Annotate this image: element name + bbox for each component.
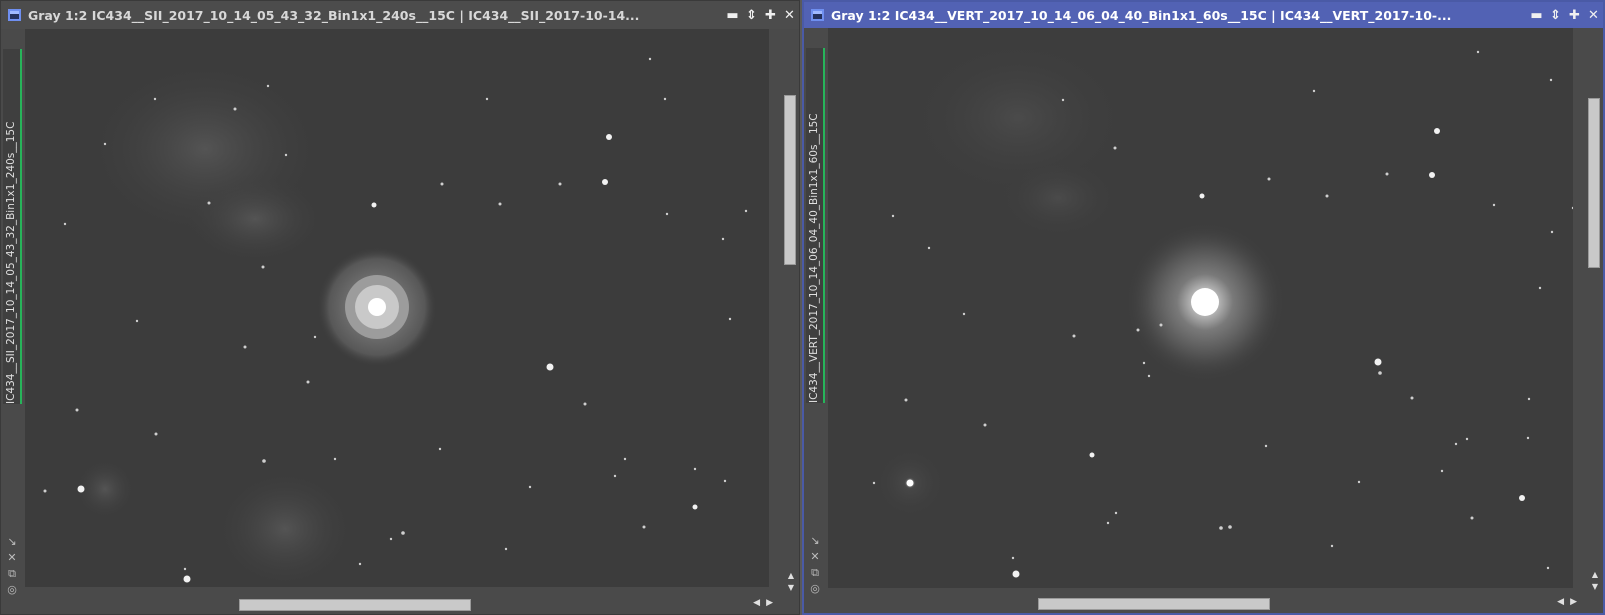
star-field-image [828, 28, 1573, 588]
window-titlebar[interactable]: Gray 1:2 IC434__VERT_2017_10_14_06_04_40… [804, 2, 1603, 28]
vertical-scrollbar[interactable]: ▲ ▼ [783, 29, 799, 596]
image-identifier-tab[interactable]: IC434__VERT_2017_10_14_06_04_40_Bin1x1_6… [806, 48, 825, 403]
maximize-toggle-button[interactable]: ⇕ [742, 8, 761, 23]
scroll-down-arrow-icon[interactable]: ▼ [1587, 581, 1603, 593]
scroll-right-arrow-icon[interactable]: ▶ [766, 598, 779, 608]
horizontal-scroll-thumb[interactable] [1038, 598, 1270, 610]
vertical-scroll-thumb[interactable] [784, 95, 796, 265]
maximize-button[interactable]: ✚ [1565, 8, 1584, 23]
image-window-vert[interactable]: Gray 1:2 IC434__VERT_2017_10_14_06_04_40… [802, 0, 1605, 615]
scroll-down-arrow-icon[interactable]: ▼ [783, 582, 799, 594]
window-sidebar: IC434__VERT_2017_10_14_06_04_40_Bin1x1_6… [804, 28, 826, 595]
image-view-vert[interactable] [828, 28, 1573, 588]
image-view-sii[interactable] [25, 29, 769, 587]
image-window-icon [8, 9, 21, 21]
shade-button[interactable]: ▬ [1527, 8, 1546, 23]
maximize-toggle-button[interactable]: ⇕ [1546, 8, 1565, 23]
horizontal-scroll-thumb[interactable] [239, 599, 471, 611]
horizontal-scrollbar[interactable]: ◀▶ [25, 596, 783, 614]
resize-arrow-icon[interactable]: ↘ [810, 534, 819, 547]
scroll-right-arrow-icon[interactable]: ▶ [1570, 597, 1583, 607]
scroll-up-arrow-icon[interactable]: ▲ [1587, 569, 1603, 581]
fit-view-icon[interactable]: ✕ [810, 550, 819, 563]
vertical-scroll-thumb[interactable] [1588, 98, 1600, 268]
shade-button[interactable]: ▬ [723, 8, 742, 23]
clone-icon[interactable]: ⧉ [8, 567, 16, 580]
horizontal-scrollbar[interactable]: ◀▶ [828, 595, 1587, 613]
resize-arrow-icon[interactable]: ↘ [7, 535, 16, 548]
settings-icon[interactable]: ◎ [810, 582, 820, 595]
window-sidebar: IC434__SII_2017_10_14_05_43_32_Bin1x1_24… [1, 29, 23, 596]
fit-view-icon[interactable]: ✕ [7, 551, 16, 564]
window-title: Gray 1:2 IC434__SII_2017_10_14_05_43_32_… [28, 7, 640, 23]
settings-icon[interactable]: ◎ [7, 583, 17, 596]
clone-icon[interactable]: ⧉ [811, 566, 819, 579]
image-identifier-label: IC434__SII_2017_10_14_05_43_32_Bin1x1_24… [5, 121, 17, 404]
image-identifier-tab[interactable]: IC434__SII_2017_10_14_05_43_32_Bin1x1_24… [3, 49, 22, 404]
close-button[interactable]: ✕ [1584, 8, 1603, 23]
window-titlebar[interactable]: Gray 1:2 IC434__SII_2017_10_14_05_43_32_… [1, 1, 799, 29]
vertical-scrollbar[interactable]: ▲ ▼ [1587, 28, 1603, 595]
scroll-up-arrow-icon[interactable]: ▲ [783, 570, 799, 582]
window-title: Gray 1:2 IC434__VERT_2017_10_14_06_04_40… [831, 7, 1452, 23]
maximize-button[interactable]: ✚ [761, 8, 780, 23]
close-button[interactable]: ✕ [780, 8, 799, 23]
scroll-left-arrow-icon[interactable]: ◀ [753, 598, 766, 608]
image-identifier-label: IC434__VERT_2017_10_14_06_04_40_Bin1x1_6… [808, 113, 820, 403]
scroll-left-arrow-icon[interactable]: ◀ [1557, 597, 1570, 607]
star-field-image [25, 29, 769, 587]
image-window-icon [811, 9, 824, 21]
image-window-sii[interactable]: Gray 1:2 IC434__SII_2017_10_14_05_43_32_… [0, 0, 800, 615]
